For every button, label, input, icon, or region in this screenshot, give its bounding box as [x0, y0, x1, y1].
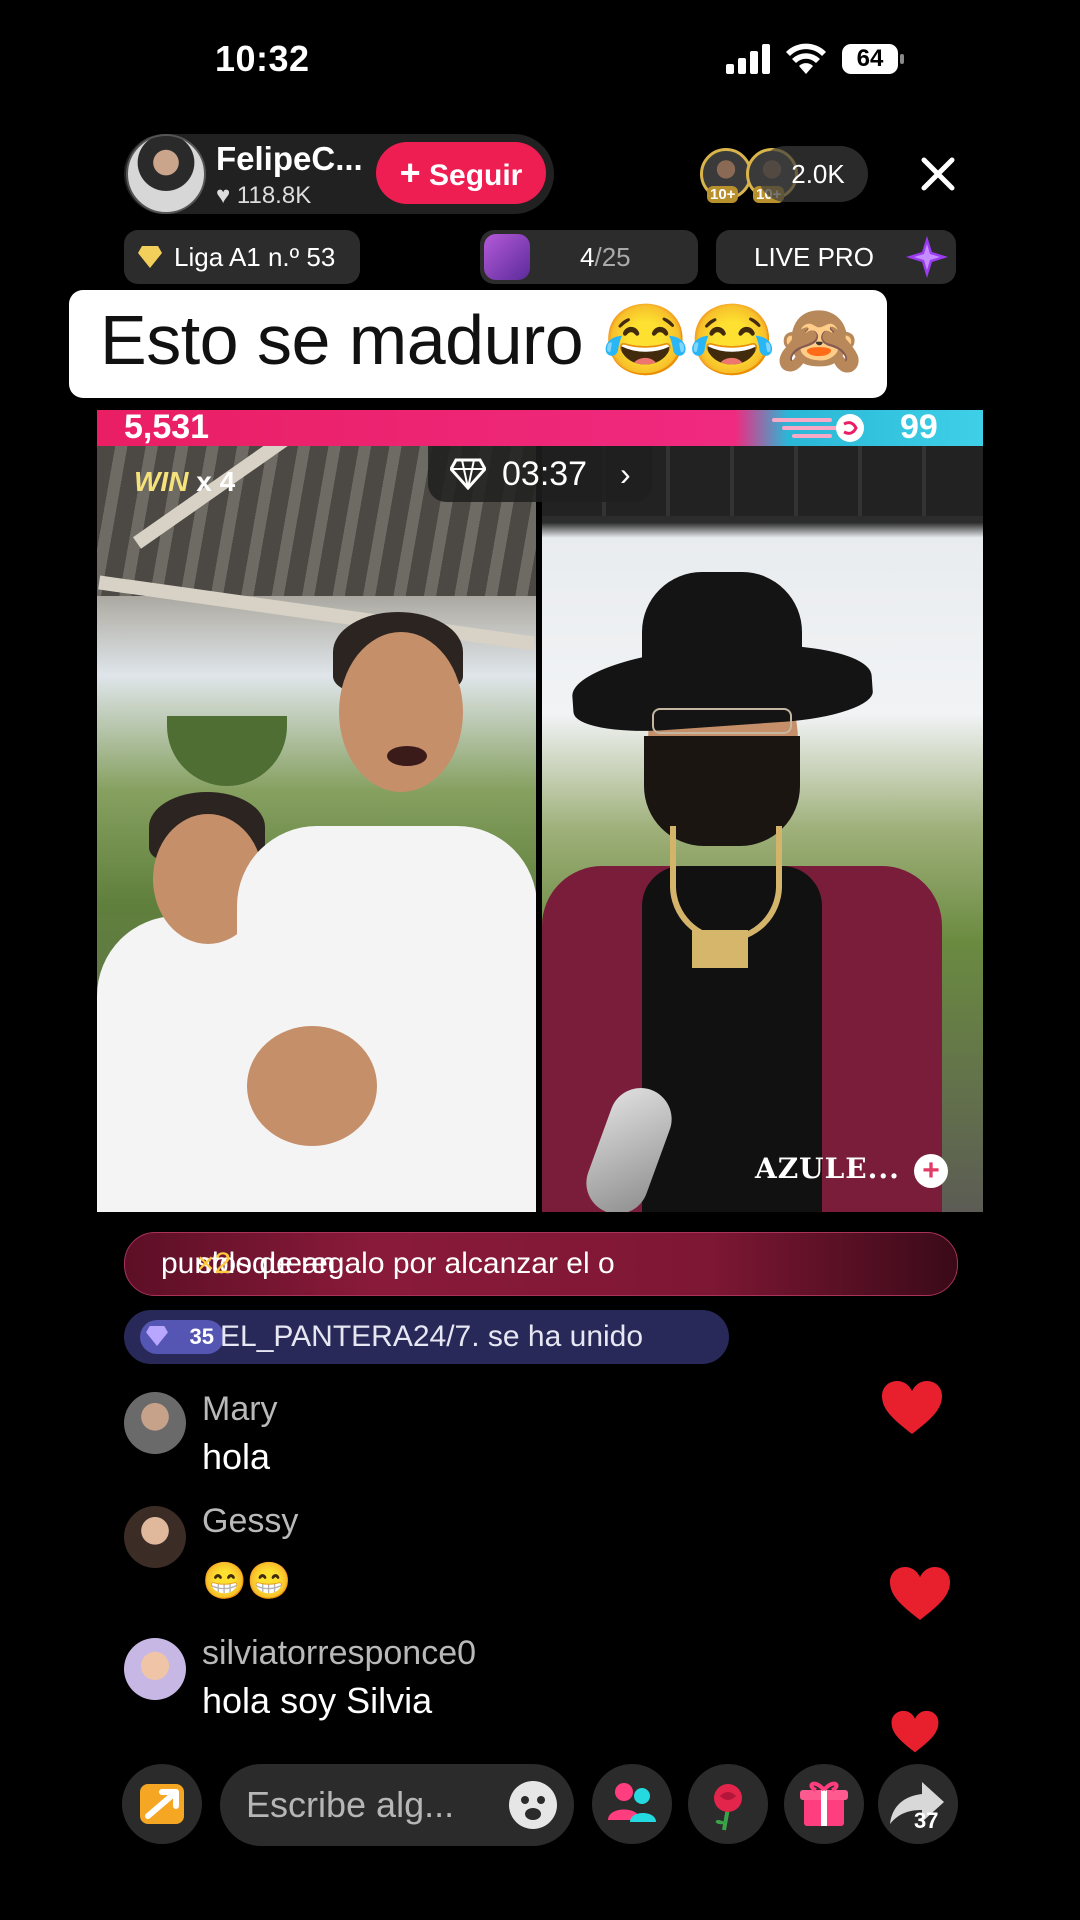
score-left: 5,531	[124, 408, 210, 446]
progress-current: 4	[580, 242, 595, 272]
comment-text: hola	[202, 1436, 271, 1477]
league-label: Liga A1 n.º 53	[174, 242, 336, 272]
join-notice-text: EL_PANTERA24/7. se ha unido	[220, 1320, 644, 1353]
win-label: WIN	[134, 466, 189, 497]
host-name[interactable]: FelipeC...	[216, 140, 363, 178]
diamond-icon	[450, 458, 486, 490]
guests-button[interactable]	[592, 1764, 672, 1844]
progress-text: 4/25	[580, 230, 631, 284]
host-likes: ♥ 118.8K	[216, 182, 311, 210]
live-pro-label: LIVE PRO	[754, 242, 874, 272]
rose-icon	[714, 1784, 742, 1831]
comment-text: hola soy Silvia	[202, 1680, 433, 1721]
gift-button[interactable]	[784, 1764, 864, 1844]
signal-icon	[726, 44, 770, 74]
host-likes-count: 118.8K	[236, 182, 312, 209]
viewer-rank-badge: 10+	[707, 186, 739, 203]
rose-gift-button[interactable]	[688, 1764, 768, 1844]
banner-multiplier: ×2	[197, 1247, 232, 1280]
comment-username[interactable]: silviatorresponce0	[202, 1634, 476, 1673]
league-chip[interactable]: Liga A1 n.º 53	[124, 230, 360, 284]
follow-button[interactable]: + Seguir	[376, 142, 546, 204]
live-pro-chip[interactable]: LIVE PRO	[716, 230, 956, 284]
follow-opponent-button[interactable]: +	[914, 1154, 948, 1188]
heart-icon	[882, 1381, 942, 1434]
comment-username[interactable]: Mary	[202, 1390, 278, 1429]
promote-button[interactable]	[122, 1764, 202, 1844]
battle-timer[interactable]: 03:37 ›	[428, 446, 652, 502]
comment-username[interactable]: Gessy	[202, 1502, 298, 1541]
viewer-count[interactable]: 2.0K	[758, 146, 868, 202]
host-avatar[interactable]	[126, 134, 206, 214]
top-viewer-avatar[interactable]: 10+	[700, 148, 752, 203]
caption-text: Esto se maduro 😂😂🙈	[100, 301, 863, 379]
trend-up-icon	[140, 1784, 184, 1824]
ranking-icon	[484, 234, 530, 280]
comment-text: 😁😁	[202, 1560, 292, 1601]
emoji-icon[interactable]	[508, 1780, 558, 1830]
comment-avatar[interactable]	[124, 1638, 186, 1700]
heart-icon	[890, 1567, 950, 1620]
chevron-right-icon: ›	[620, 456, 631, 492]
diamond-icon	[138, 246, 162, 268]
star-icon	[906, 236, 948, 278]
banner-text: sbloquean ×2 puntos de regalo por alcanz…	[161, 1233, 615, 1295]
user-level-badge: 35	[140, 1320, 224, 1354]
plus-icon: +	[922, 1154, 940, 1187]
wifi-icon	[786, 43, 826, 74]
streak-icon	[772, 414, 864, 442]
diamond-icon	[146, 1326, 168, 1346]
people-icon	[608, 1783, 656, 1822]
score-right: 99	[900, 408, 938, 446]
comment-avatar[interactable]	[124, 1392, 186, 1454]
follow-label: Seguir	[429, 159, 523, 192]
host-video[interactable]	[97, 446, 536, 1212]
battery-icon: 64	[842, 44, 906, 74]
gift-points-banner[interactable]: sbloquean ×2 puntos de regalo por alcanz…	[124, 1232, 958, 1296]
progress-total: /25	[594, 242, 631, 272]
user-level: 35	[189, 1324, 214, 1349]
win-multiplier: x 4	[196, 466, 236, 497]
progress-chip[interactable]: 4/25	[480, 230, 698, 284]
battery-level: 64	[842, 44, 898, 74]
gift-icon	[800, 1781, 848, 1826]
opponent-name[interactable]: AZULE...	[755, 1152, 900, 1185]
join-notice: 35 EL_PANTERA24/7. se ha unido	[124, 1310, 729, 1364]
timer-value: 03:37	[502, 455, 588, 493]
status-time: 10:32	[215, 38, 310, 79]
plus-icon: +	[399, 152, 421, 193]
opponent-video[interactable]	[542, 446, 983, 1212]
comment-avatar[interactable]	[124, 1506, 186, 1568]
heart-icon	[891, 1710, 939, 1753]
share-count: 37	[914, 1808, 939, 1833]
win-streak-badge: WIN x 4	[134, 466, 235, 498]
close-icon[interactable]	[914, 150, 962, 198]
heart-icon: ♥	[216, 182, 231, 209]
